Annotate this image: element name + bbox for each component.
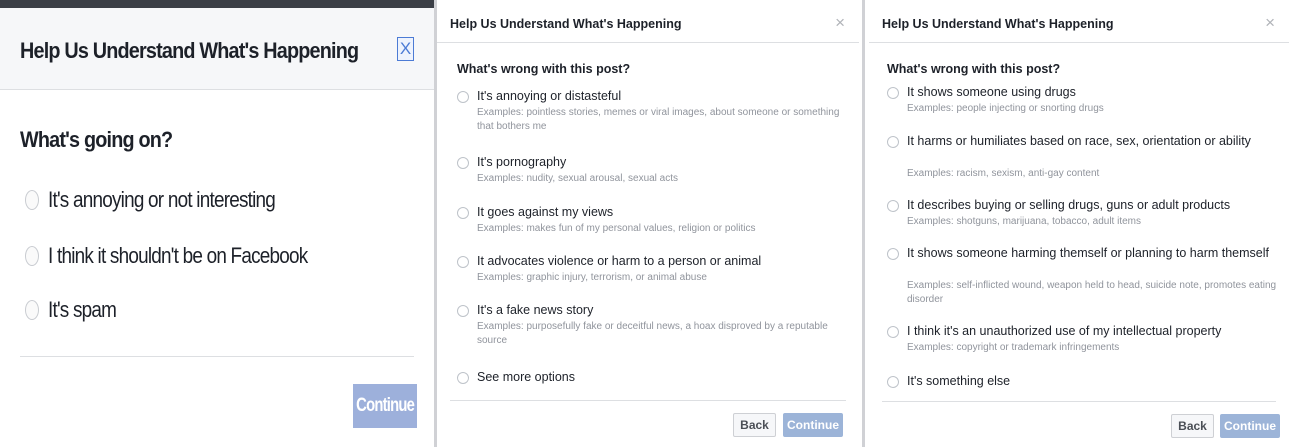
option-label: It describes buying or selling drugs, gu… (907, 198, 1231, 212)
radio-button[interactable] (457, 256, 469, 268)
dialog-title: Help Us Understand What's Happening (882, 17, 1114, 31)
option-label: I think it shouldn't be on Facebook (48, 243, 308, 268)
radio-button[interactable] (887, 326, 899, 338)
dialog-header: Help Us Understand What's Happening × (437, 0, 859, 43)
dialog-title: Help Us Understand What's Happening (450, 17, 682, 31)
back-button[interactable]: Back (733, 413, 776, 437)
option-label: It's annoying or distasteful (477, 89, 622, 103)
option-label: It shows someone using drugs (907, 85, 1076, 99)
option-examples: Examples: shotguns, marijuana, tobacco, … (907, 216, 1142, 227)
question-heading: What's wrong with this post? (457, 62, 631, 76)
footer-divider (450, 400, 846, 401)
dialog-header: Help Us Understand What's Happening X (0, 8, 434, 90)
option-examples: Examples: racism, sexism, anti-gay conte… (907, 168, 1100, 179)
option-examples: Examples: graphic injury, terrorism, or … (477, 272, 707, 283)
option-label: See more options (477, 370, 575, 384)
radio-button[interactable] (457, 207, 469, 219)
question-heading: What's wrong with this post? (887, 62, 1061, 76)
option-label: It's annoying or not interesting (48, 187, 276, 212)
option-label: It goes against my views (477, 205, 614, 219)
option-label: It's a fake news story (477, 303, 594, 317)
report-dialog-page-1: Help Us Understand What's Happening × Wh… (437, 0, 859, 447)
radio-button[interactable] (25, 300, 39, 320)
report-dialog-page-2: Help Us Understand What's Happening × Wh… (869, 0, 1289, 447)
radio-button[interactable] (887, 136, 899, 148)
radio-button[interactable] (457, 372, 469, 384)
radio-button[interactable] (887, 376, 899, 388)
option-label: It advocates violence or harm to a perso… (477, 254, 762, 268)
continue-button[interactable]: Continue (1220, 414, 1280, 438)
report-dialog-old: Help Us Understand What's Happening X Wh… (0, 0, 434, 447)
radio-button[interactable] (25, 246, 39, 266)
option-examples: Examples: people injecting or snorting d… (907, 103, 1104, 114)
continue-button[interactable]: Continue (353, 384, 417, 428)
radio-button[interactable] (887, 200, 899, 212)
option-label: It harms or humiliates based on race, se… (907, 134, 1251, 148)
option-label: It's spam (48, 297, 117, 322)
footer-divider (20, 356, 414, 357)
option-examples: Examples: copyright or trademark infring… (907, 342, 1120, 353)
option-spam[interactable]: It's spam (25, 296, 127, 324)
radio-button[interactable] (457, 157, 469, 169)
option-examples: Examples: pointless stories, memes or vi… (477, 107, 840, 132)
close-icon[interactable]: × (1265, 14, 1275, 31)
option-examples: Examples: nudity, sexual arousal, sexual… (477, 173, 679, 184)
radio-button[interactable] (887, 248, 899, 260)
option-label: It's something else (907, 374, 1011, 388)
radio-button[interactable] (457, 305, 469, 317)
option-examples: Examples: purposefully fake or deceitful… (477, 321, 828, 346)
radio-button[interactable] (457, 91, 469, 103)
radio-button[interactable] (25, 190, 39, 210)
question-heading: What's going on? (20, 127, 173, 152)
dialog-header: Help Us Understand What's Happening × (869, 0, 1289, 43)
close-icon[interactable]: × (835, 14, 845, 31)
option-label: I think it's an unauthorized use of my i… (907, 324, 1222, 338)
option-examples: Examples: self-inflicted wound, weapon h… (907, 280, 1277, 305)
close-icon[interactable]: X (397, 37, 414, 61)
option-shouldnt-be-on-facebook[interactable]: I think it shouldn't be on Facebook (25, 242, 350, 270)
option-examples: Examples: makes fun of my personal value… (477, 223, 756, 234)
radio-button[interactable] (887, 87, 899, 99)
continue-button[interactable]: Continue (783, 413, 843, 437)
back-button[interactable]: Back (1171, 414, 1214, 438)
option-annoying[interactable]: It's annoying or not interesting (25, 186, 312, 214)
dialog-title: Help Us Understand What's Happening (20, 38, 359, 63)
panel-separator (862, 0, 865, 447)
option-label: It's pornography (477, 155, 567, 169)
option-label: It shows someone harming themself or pla… (907, 246, 1269, 260)
footer-divider (882, 401, 1276, 402)
